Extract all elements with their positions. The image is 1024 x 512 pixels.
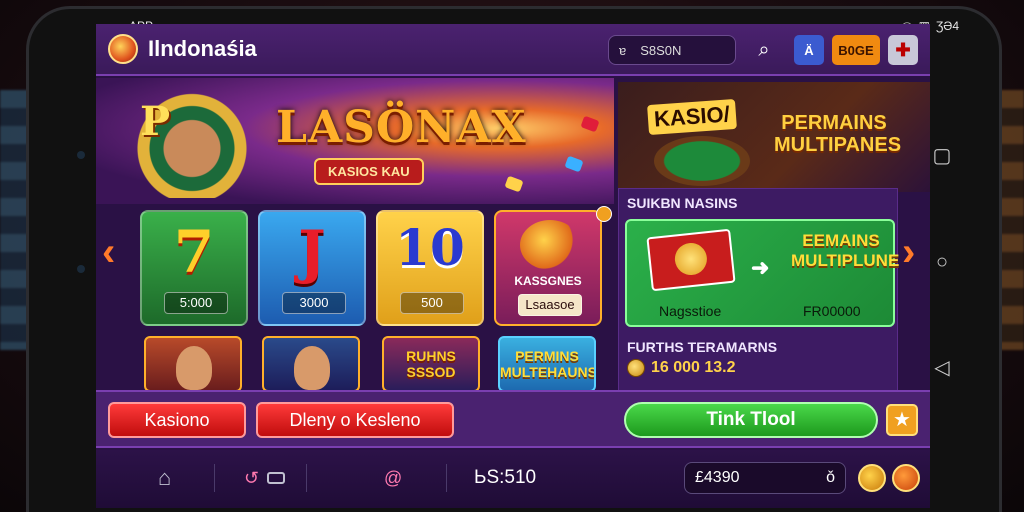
- chevron-left-icon[interactable]: ‹: [102, 230, 115, 275]
- nav-divider: [214, 464, 215, 492]
- promo-permains-label: PERMAINS MULTIPANES: [774, 112, 902, 156]
- tile-symbol: J: [298, 218, 326, 286]
- hero-banner[interactable]: LASÖNAX KASIOS KAU: [96, 78, 614, 204]
- search-input[interactable]: ɐ S8S0N: [608, 35, 736, 65]
- tile-price: 500: [400, 292, 464, 314]
- logo-icon[interactable]: [108, 34, 138, 64]
- mini-game-tile[interactable]: [144, 336, 242, 392]
- roulette-table-image: [654, 136, 750, 186]
- game-tile[interactable]: J 3000: [258, 210, 366, 326]
- jackpot-amount: 16 000 13.2: [627, 359, 736, 377]
- sensor-icon: [77, 265, 85, 273]
- mini-game-title: RUHNS SSSOD: [406, 348, 456, 380]
- promo-kasio-label: KASIO/: [647, 98, 737, 136]
- app-title: Ilndonaśia: [148, 36, 257, 61]
- fruit-icon: [520, 220, 580, 270]
- kasiono-button[interactable]: Kasiono: [108, 402, 246, 438]
- game-tile[interactable]: 10 500: [376, 210, 484, 326]
- featured-card-label: Nagsstioe: [659, 303, 722, 319]
- chevron-right-icon[interactable]: ›: [902, 230, 915, 275]
- mini-game-title: PERMINS MULTEHAUNS: [500, 348, 596, 380]
- back-icon[interactable]: ◁: [931, 357, 953, 379]
- star-icon[interactable]: ★: [886, 404, 918, 436]
- tile-symbol: 7: [173, 218, 215, 286]
- hero-title: LASÖNAX: [276, 102, 527, 153]
- mini-game-tile[interactable]: PERMINS MULTEHAUNS: [498, 336, 596, 392]
- profile-icon[interactable]: [892, 464, 920, 492]
- tile-price: 5:000: [164, 292, 228, 314]
- wallet-icon: [267, 472, 286, 484]
- featured-title: SUIKBN NASINS: [627, 195, 738, 211]
- mini-game-tile[interactable]: RUHNS SSSOD: [382, 336, 480, 392]
- tile-name: KASSGNES: [514, 274, 582, 288]
- gem-icon: [580, 115, 600, 133]
- coin-icon[interactable]: [858, 464, 886, 492]
- spiral-nav-icon[interactable]: @: [384, 462, 402, 494]
- game-tile[interactable]: KASSGNES Lsaasoe: [494, 210, 602, 326]
- recent-apps-icon[interactable]: ▢: [931, 145, 953, 167]
- status-time: ƷƏ4: [935, 19, 959, 33]
- balance-value: £4390: [695, 469, 740, 486]
- coins-button[interactable]: B0GE: [832, 35, 880, 65]
- jackpot-value: 16 000 13.2: [651, 359, 736, 376]
- featured-card-value: FR00000: [803, 303, 861, 319]
- balance-display[interactable]: £4390 ǒ: [684, 462, 846, 494]
- nav-code-label[interactable]: ЬS:510: [474, 462, 536, 494]
- featured-card[interactable]: ➜ EEMAINS MULTIPLUNE Nagsstioe FR00000: [625, 219, 900, 327]
- bottom-nav: ⌂ ↺ @ ЬS:510 £4390 ǒ: [96, 450, 930, 508]
- tile-symbol: 10: [395, 218, 465, 277]
- refresh-nav-button[interactable]: ↺: [244, 462, 286, 494]
- featured-card-title: EEMAINS MULTIPLUNE: [791, 231, 900, 270]
- action-bar: Kasiono Dleny o Kesleno Tink Tlool ★: [96, 390, 930, 448]
- character-icon: [176, 346, 212, 390]
- app-screen: Ilndonaśia ɐ S8S0N ⌕ Ä B0GE ✚ LASÖNAX KA…: [96, 24, 930, 508]
- search-icon[interactable]: ⌕: [750, 36, 778, 64]
- hero-portrait: [136, 88, 248, 198]
- mini-game-tile[interactable]: [262, 336, 360, 392]
- home-icon[interactable]: ○: [931, 251, 953, 273]
- tile-price: Lsaasoe: [518, 294, 582, 316]
- home-nav-icon[interactable]: ⌂: [158, 462, 171, 494]
- coin-icon: [627, 359, 645, 377]
- nav-divider: [446, 464, 447, 492]
- balance-icon: ǒ: [826, 469, 835, 486]
- flag-button[interactable]: ✚: [888, 35, 918, 65]
- character-icon: [294, 346, 330, 390]
- tile-price: 3000: [282, 292, 346, 314]
- key-icon: ɐ: [619, 42, 627, 58]
- top-bar: Ilndonaśia ɐ S8S0N ⌕ Ä B0GE ✚: [96, 24, 930, 76]
- nav-divider: [306, 464, 307, 492]
- arrow-right-icon: ➜: [751, 255, 770, 280]
- dleny-button[interactable]: Dleny o Kesleno: [256, 402, 454, 438]
- game-tile[interactable]: 7 5:000: [140, 210, 248, 326]
- tink-tlool-button[interactable]: Tink Tlool: [624, 402, 878, 438]
- badge-icon: [596, 206, 612, 222]
- camera-icon: [77, 151, 85, 159]
- jackpot-title: FURTHS TERAMARNS: [627, 339, 778, 355]
- promo-banner[interactable]: KASIO/ PERMAINS MULTIPANES: [618, 82, 930, 192]
- card-image: [646, 228, 736, 292]
- featured-panel: SUIKBN NASINS ➜ EEMAINS MULTIPLUNE Nagss…: [618, 188, 900, 414]
- gem-icon: [564, 155, 584, 173]
- search-value: S8S0N: [640, 42, 682, 58]
- refresh-icon: ↺: [244, 467, 260, 488]
- gem-icon: [504, 175, 524, 193]
- hero-subtitle: KASIOS KAU: [314, 158, 424, 185]
- language-button[interactable]: Ä: [794, 35, 824, 65]
